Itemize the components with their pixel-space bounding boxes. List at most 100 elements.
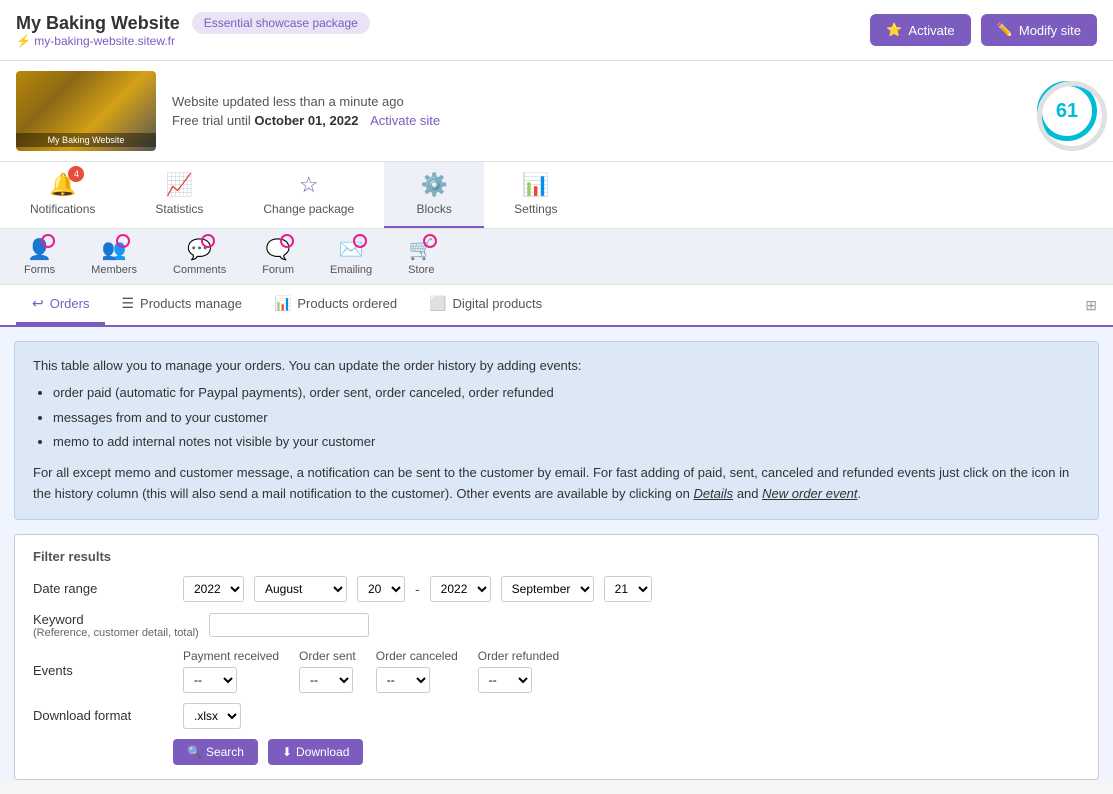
header-top: My Baking Website Essential showcase pac… — [16, 12, 370, 34]
events-label: Events — [33, 663, 173, 678]
search-icon: 🔍 — [187, 745, 202, 759]
subtab-digital-products[interactable]: ⬜ Digital products — [413, 285, 558, 325]
download-format-select[interactable]: .xlsx.csv — [183, 703, 241, 729]
order-sent-item: Order sent --YesNo — [299, 649, 356, 693]
store-badge-ring — [423, 234, 437, 248]
order-refunded-item: Order refunded --YesNo — [478, 649, 559, 693]
modify-site-button[interactable]: ✏️ Modify site — [981, 14, 1097, 46]
info-item-3: memo to add internal notes not visible b… — [53, 432, 1080, 453]
tab-statistics-label: Statistics — [155, 202, 203, 216]
day-end-select[interactable]: 19202122 — [604, 576, 652, 602]
keyword-input[interactable] — [209, 613, 369, 637]
forum-label: Forum — [262, 264, 294, 276]
site-url[interactable]: my-baking-website.sitew.fr — [16, 34, 370, 48]
sub-nav-comments[interactable]: 💬 Comments — [165, 233, 234, 280]
main-content: ↩ Orders ☰ Products manage 📊 Products or… — [0, 285, 1113, 780]
download-button[interactable]: ⬇ Download — [268, 739, 363, 765]
order-sent-label: Order sent — [299, 649, 356, 663]
keyword-label: Keyword — [33, 612, 199, 627]
tab-settings-label: Settings — [514, 202, 557, 216]
forms-badge-ring — [41, 234, 55, 248]
year-start-select[interactable]: 202220212020 — [183, 576, 244, 602]
new-order-link[interactable]: New order event — [762, 486, 857, 501]
site-title: My Baking Website — [16, 13, 180, 34]
sub-nav-forms[interactable]: 👤 Forms — [16, 233, 63, 280]
comments-badge-ring — [201, 234, 215, 248]
trial-text: Free trial until October 01, 2022 Activa… — [172, 113, 440, 128]
forms-label: Forms — [24, 264, 55, 276]
and-text: and — [737, 486, 759, 501]
comments-label: Comments — [173, 264, 226, 276]
keyword-sublabel: (Reference, customer detail, total) — [33, 627, 199, 639]
search-button[interactable]: 🔍 Search — [173, 739, 258, 765]
site-info-left: My Baking Website Website updated less t… — [16, 71, 440, 151]
products-ordered-icon: 📊 — [274, 295, 291, 312]
trial-label: Free trial until — [172, 113, 251, 128]
month-end-select[interactable]: JanuaryFebruaryMarchAprilMayJuneJulyAugu… — [501, 576, 594, 602]
tab-change-package-label: Change package — [263, 202, 354, 216]
sub-tab-actions: ⊞ — [1085, 297, 1097, 314]
modify-label: Modify site — [1019, 23, 1081, 38]
members-label: Members — [91, 264, 137, 276]
members-badge-ring — [116, 234, 130, 248]
details-link[interactable]: Details — [693, 486, 733, 501]
tab-change-package[interactable]: ☆ Change package — [233, 162, 384, 228]
expand-icon[interactable]: ⊞ — [1085, 297, 1097, 313]
blocks-sub-nav: 👤 Forms 👥 Members 💬 Comments 🗨️ Forum ✉️… — [0, 229, 1113, 285]
title-area: my-baking-website.sitew.fr — [16, 34, 370, 48]
filter-title: Filter results — [33, 549, 1080, 564]
pencil-icon: ✏️ — [997, 22, 1013, 38]
info-list: order paid (automatic for Paypal payment… — [53, 383, 1080, 453]
header-actions: ⭐ Activate ✏️ Modify site — [870, 14, 1097, 46]
action-buttons-row: 🔍 Search ⬇ Download — [173, 739, 1080, 765]
payment-received-select[interactable]: --YesNo — [183, 667, 237, 693]
order-refunded-select[interactable]: --YesNo — [478, 667, 532, 693]
date-separator: - — [415, 581, 420, 597]
store-label: Store — [408, 264, 434, 276]
forum-badge-ring — [280, 234, 294, 248]
members-icon: 👥 — [102, 237, 127, 262]
tab-notifications[interactable]: 🔔 4 Notifications — [0, 162, 125, 228]
sub-nav-members[interactable]: 👥 Members — [83, 233, 145, 280]
comments-icon: 💬 — [187, 237, 212, 262]
score-circle: 61 — [1037, 81, 1097, 141]
blocks-icon: ⚙️ — [420, 172, 447, 198]
tab-settings[interactable]: 📊 Settings — [484, 162, 587, 228]
activate-button[interactable]: ⭐ Activate — [870, 14, 970, 46]
tab-blocks[interactable]: ⚙️ Blocks — [384, 162, 484, 228]
search-label: Search — [206, 745, 244, 759]
digital-products-icon: ⬜ — [429, 295, 446, 312]
emailing-label: Emailing — [330, 264, 372, 276]
sub-nav-emailing[interactable]: ✉️ Emailing — [322, 233, 380, 280]
download-format-label: Download format — [33, 708, 173, 723]
sub-nav-forum[interactable]: 🗨️ Forum — [254, 233, 302, 280]
activate-site-link[interactable]: Activate site — [370, 113, 440, 128]
info-intro: This table allow you to manage your orde… — [33, 356, 1080, 377]
order-sent-select[interactable]: --YesNo — [299, 667, 353, 693]
month-start-select[interactable]: JanuaryFebruaryMarchAprilMayJuneJulyAugu… — [254, 576, 347, 602]
events-row-container: Events Payment received --YesNo Order se… — [33, 649, 1080, 693]
site-info-bar: My Baking Website Website updated less t… — [0, 61, 1113, 162]
year-end-select[interactable]: 20222021 — [430, 576, 491, 602]
subtab-products-ordered[interactable]: 📊 Products ordered — [258, 285, 413, 325]
subtab-products-manage[interactable]: ☰ Products manage — [105, 285, 257, 325]
day-start-select[interactable]: 1819202122 — [357, 576, 405, 602]
subtab-orders[interactable]: ↩ Orders — [16, 285, 105, 325]
star-icon: ⭐ — [886, 22, 902, 38]
info-footer: For all except memo and customer message… — [33, 463, 1080, 505]
activate-label: Activate — [908, 23, 954, 38]
products-manage-icon: ☰ — [121, 295, 134, 312]
star-icon: ☆ — [299, 172, 319, 198]
statistics-icon: 📈 — [166, 172, 193, 198]
store-icon: 🛒 — [409, 237, 434, 262]
site-update-info: Website updated less than a minute ago F… — [172, 94, 440, 128]
emailing-badge-ring — [353, 234, 367, 248]
products-manage-label: Products manage — [140, 296, 242, 311]
keyword-row: Keyword (Reference, customer detail, tot… — [33, 612, 1080, 639]
sub-nav-store[interactable]: 🛒 Store — [400, 233, 442, 280]
main-nav: 🔔 4 Notifications 📈 Statistics ☆ Change … — [0, 162, 1113, 229]
tab-statistics[interactable]: 📈 Statistics — [125, 162, 233, 228]
store-sub-tabs: ↩ Orders ☰ Products manage 📊 Products or… — [0, 285, 1113, 327]
payment-received-item: Payment received --YesNo — [183, 649, 279, 693]
order-canceled-select[interactable]: --YesNo — [376, 667, 430, 693]
